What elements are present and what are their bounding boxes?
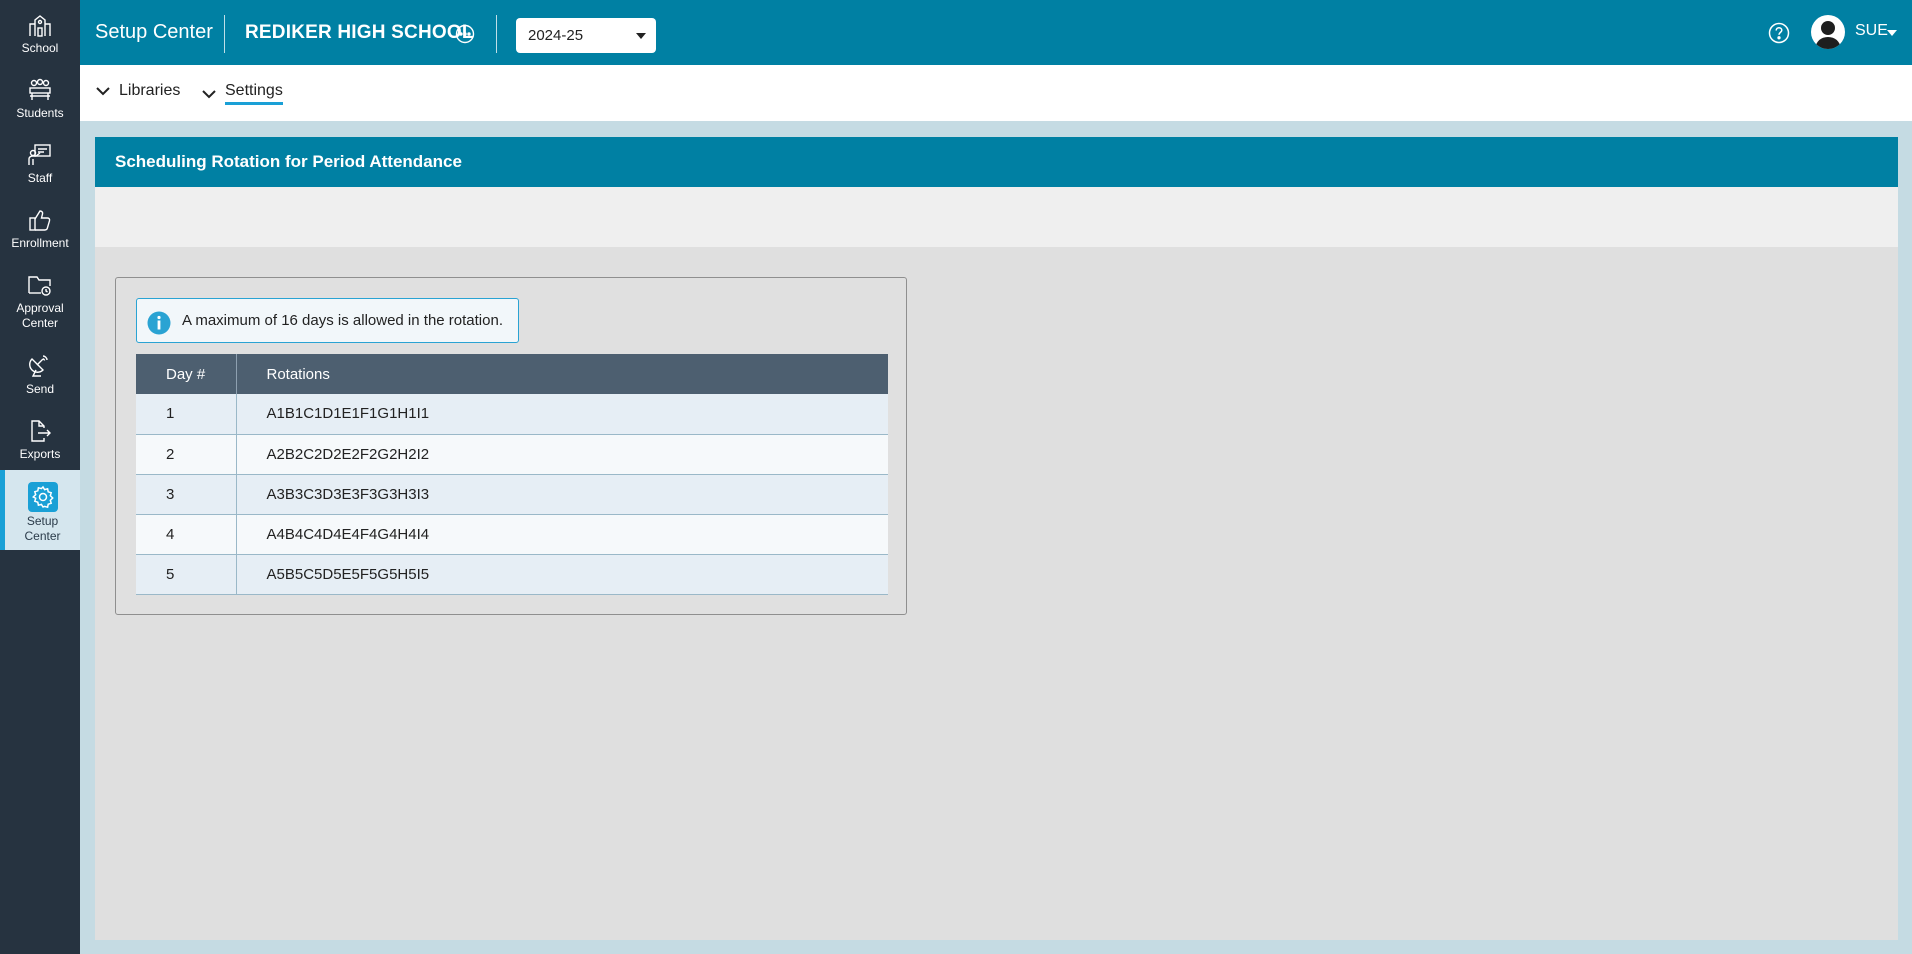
cell-day: 5 <box>136 554 237 595</box>
cell-day: 1 <box>136 394 237 435</box>
table-row[interactable]: 2 A2B2C2D2E2F2G2H2I2 <box>136 434 888 475</box>
school-year-select[interactable]: 2024-25 <box>516 18 656 53</box>
cell-day: 2 <box>136 434 237 475</box>
more-options-icon[interactable] <box>455 24 475 44</box>
rotation-table: Day # Rotations 1 A1B1C1D1E1F1G1H1I1 2 A… <box>136 354 888 595</box>
main-content: Scheduling Rotation for Period Attendanc… <box>95 137 1898 940</box>
satellite-dish-icon <box>26 352 54 380</box>
nav-label: Approval Center <box>16 301 64 330</box>
info-message-box: A maximum of 16 days is allowed in the r… <box>136 298 519 343</box>
folder-approval-icon <box>26 271 54 299</box>
table-row[interactable]: 1 A1B1C1D1E1F1G1H1I1 <box>136 394 888 435</box>
cell-rotation: A1B1C1D1E1F1G1H1I1 <box>236 394 888 435</box>
nav-label: Send <box>25 382 55 396</box>
panel-toolbar <box>95 187 1898 247</box>
nav-item-students[interactable]: Students <box>0 76 80 122</box>
nav-item-enrollment[interactable]: Enrollment <box>0 206 80 252</box>
top-header: Setup Center REDIKER HIGH SCHOOL 2024-25… <box>80 0 1912 65</box>
staff-icon <box>26 141 54 169</box>
chevron-down-icon <box>95 83 111 99</box>
cell-day: 4 <box>136 514 237 555</box>
user-name[interactable]: SUE <box>1855 22 1888 40</box>
rotation-card: A maximum of 16 days is allowed in the r… <box>115 277 907 615</box>
table-header-row: Day # Rotations <box>136 354 888 394</box>
nav-item-send[interactable]: Send <box>0 352 80 398</box>
subnav-libraries[interactable]: Libraries <box>95 82 180 100</box>
sub-navigation: Libraries Settings <box>80 65 1912 121</box>
cell-rotation: A5B5C5D5E5F5G5H5I5 <box>236 554 888 595</box>
nav-item-staff[interactable]: Staff <box>0 141 80 187</box>
nav-item-setup-center[interactable]: Setup Center <box>0 470 80 550</box>
school-icon <box>26 12 54 39</box>
gear-icon <box>27 482 58 512</box>
nav-label: Students <box>16 106 64 120</box>
nav-item-exports[interactable]: Exports <box>0 417 80 463</box>
students-icon <box>26 76 54 104</box>
table-row[interactable]: 4 A4B4C4D4E4F4G4H4I4 <box>136 514 888 555</box>
cell-rotation: A3B3C3D3E3F3G3H3I3 <box>236 474 888 515</box>
cell-day: 3 <box>136 474 237 515</box>
info-icon <box>147 309 171 335</box>
info-message: A maximum of 16 days is allowed in the r… <box>182 312 503 329</box>
nav-label: Enrollment <box>11 236 69 250</box>
left-navigation: School Students Staff Enrollment Approva… <box>0 0 80 954</box>
nav-label: School <box>21 41 59 55</box>
school-year-value: 2024-25 <box>528 27 584 44</box>
cell-rotation: A4B4C4D4E4F4G4H4I4 <box>236 514 888 555</box>
subnav-label: Settings <box>225 82 283 105</box>
caret-down-icon <box>636 33 646 39</box>
thumbs-up-icon <box>26 206 54 234</box>
subnav-label: Libraries <box>119 82 181 99</box>
app-title: Setup Center <box>95 21 213 43</box>
cell-rotation: A2B2C2D2E2F2G2H2I2 <box>236 434 888 475</box>
nav-label: Staff <box>27 171 53 185</box>
header-divider <box>224 15 225 53</box>
file-export-icon <box>26 417 54 445</box>
nav-label: Setup Center <box>24 514 61 543</box>
school-name: REDIKER HIGH SCHOOL <box>245 22 474 43</box>
nav-item-approval-center[interactable]: Approval Center <box>0 271 80 331</box>
subnav-settings[interactable]: Settings <box>201 82 283 105</box>
caret-down-icon[interactable] <box>1887 30 1897 36</box>
column-header-rotations[interactable]: Rotations <box>236 354 888 394</box>
nav-label: Exports <box>19 447 61 461</box>
chevron-down-icon <box>201 86 217 102</box>
panel-title: Scheduling Rotation for Period Attendanc… <box>95 137 1898 187</box>
help-icon[interactable] <box>1768 22 1790 44</box>
header-divider <box>496 15 497 53</box>
table-row[interactable]: 5 A5B5C5D5E5F5G5H5I5 <box>136 554 888 595</box>
column-header-day[interactable]: Day # <box>136 354 237 394</box>
table-row[interactable]: 3 A3B3C3D3E3F3G3H3I3 <box>136 474 888 515</box>
nav-item-school[interactable]: School <box>0 12 80 56</box>
avatar[interactable] <box>1811 15 1845 49</box>
